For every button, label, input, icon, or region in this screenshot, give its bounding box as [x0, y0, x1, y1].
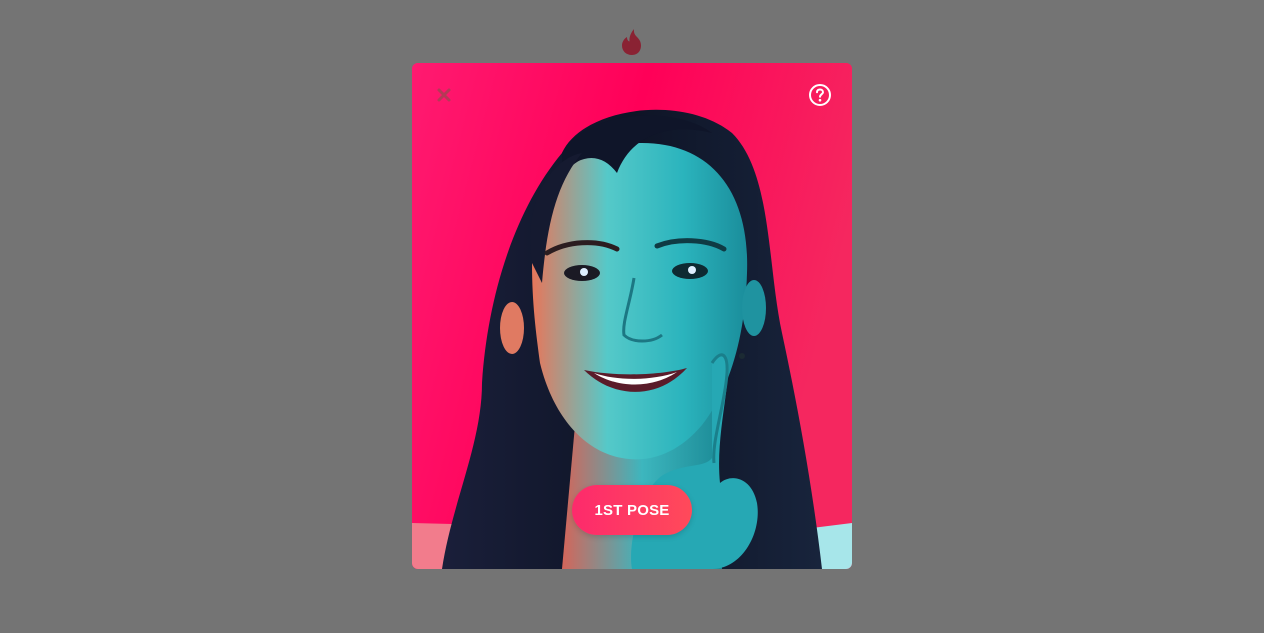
question-circle-icon	[809, 84, 831, 106]
flame-logo-icon	[620, 28, 644, 56]
pose-button[interactable]: 1ST POSE	[572, 485, 692, 535]
close-icon	[437, 88, 451, 102]
close-button[interactable]	[432, 83, 456, 107]
selfie-verification-modal: 1ST POSE	[412, 63, 852, 569]
help-button[interactable]	[808, 83, 832, 107]
